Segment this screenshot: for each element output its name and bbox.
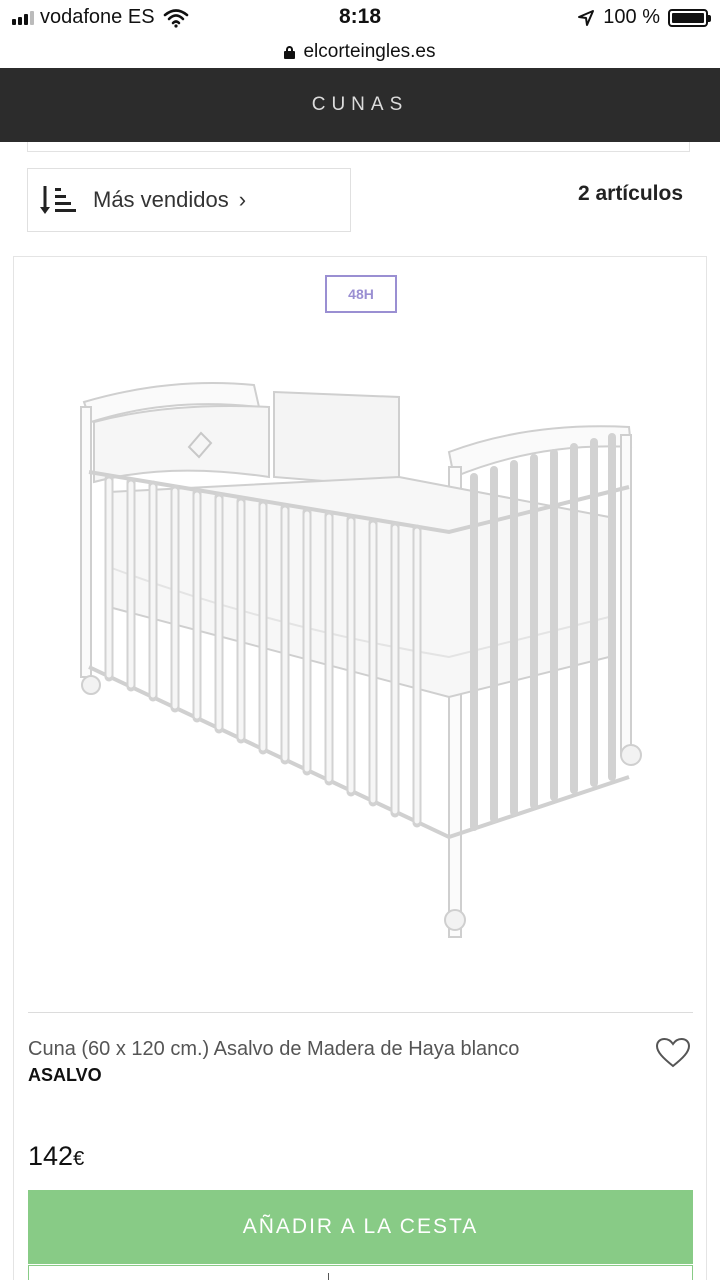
secondary-action-button[interactable] bbox=[28, 1265, 693, 1280]
filter-bar-edge bbox=[27, 142, 690, 152]
add-to-cart-button[interactable]: AÑADIR A LA CESTA bbox=[28, 1190, 693, 1264]
card-divider bbox=[28, 1012, 693, 1013]
status-right: 100 % bbox=[577, 6, 711, 29]
product-brand: ASALVO bbox=[28, 1065, 102, 1085]
product-name[interactable]: Cuna (60 x 120 cm.) Asalvo de Madera de … bbox=[28, 1038, 519, 1061]
lock-icon bbox=[284, 45, 296, 59]
delivery-badge: 48H bbox=[325, 275, 397, 313]
heart-icon[interactable] bbox=[655, 1037, 691, 1069]
battery-percent: 100 % bbox=[603, 6, 660, 28]
battery-level bbox=[672, 12, 704, 23]
results-count: 2 artículos bbox=[577, 182, 683, 205]
category-header: CUNAS bbox=[0, 68, 720, 142]
page-title: CUNAS bbox=[311, 94, 409, 115]
price-currency: € bbox=[73, 1148, 85, 1170]
sort-button[interactable]: Más vendidos › bbox=[27, 168, 351, 232]
sort-icon bbox=[40, 186, 76, 214]
battery-icon bbox=[668, 8, 711, 27]
sort-label: Más vendidos bbox=[93, 187, 229, 212]
status-bar: vodafone ES 8:18 100 % bbox=[0, 0, 720, 36]
location-arrow-icon bbox=[578, 9, 595, 26]
chevron-right-icon: › bbox=[238, 187, 247, 212]
price-value: 142 bbox=[28, 1141, 74, 1171]
url-text: elcorteingles.es bbox=[303, 41, 436, 62]
product-price: 142€ bbox=[28, 1141, 84, 1172]
product-image[interactable] bbox=[69, 367, 659, 947]
address-bar[interactable]: elcorteingles.es bbox=[0, 36, 720, 68]
product-card[interactable]: 48H Cuna (60 x 120 cm.) Asalvo de Madera… bbox=[13, 256, 707, 1280]
